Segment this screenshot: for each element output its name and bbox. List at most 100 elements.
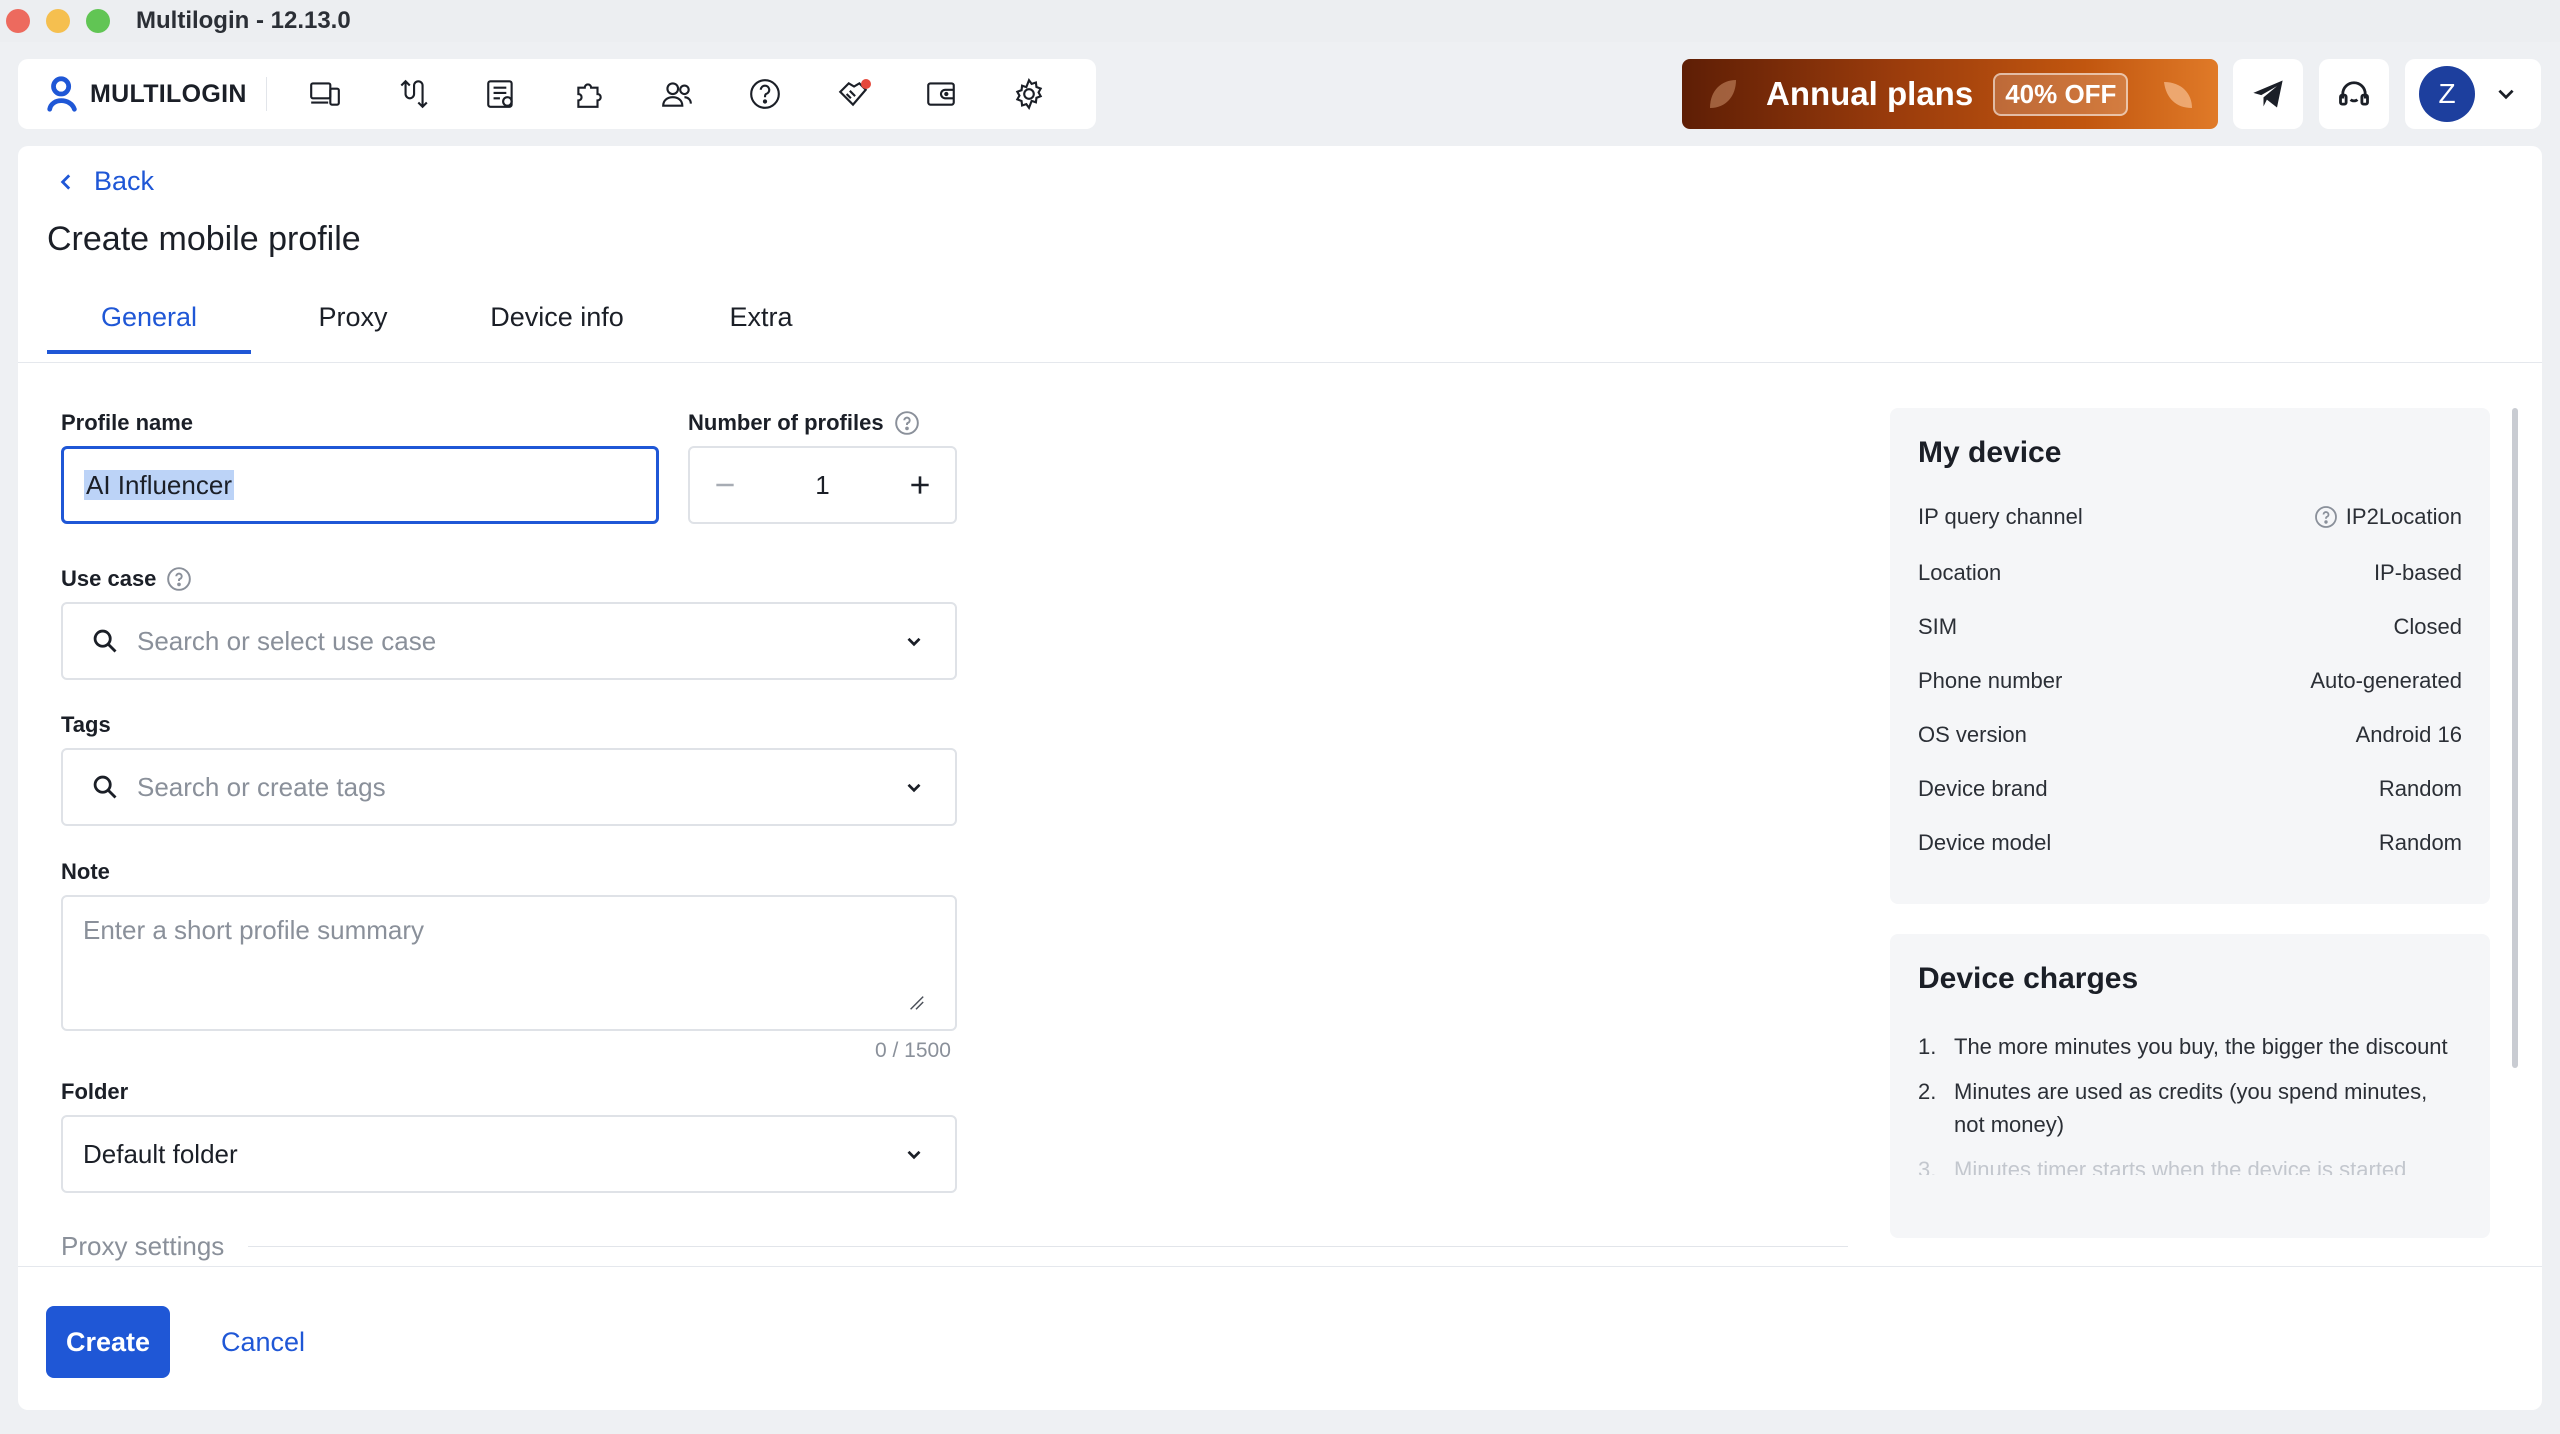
chevron-down-icon — [907, 783, 921, 793]
leaf-icon — [1710, 80, 1736, 108]
decrement-button[interactable] — [690, 472, 760, 498]
nav-profiles[interactable] — [457, 66, 545, 122]
ip-query-value: IP2Location — [2345, 504, 2462, 529]
tags-placeholder: Search or create tags — [137, 771, 386, 802]
minus-icon — [716, 483, 734, 487]
create-button[interactable]: Create — [46, 1306, 170, 1378]
nav-settings[interactable] — [985, 66, 1073, 122]
cancel-button[interactable]: Cancel — [208, 1306, 318, 1378]
use-case-select[interactable]: Search or select use case — [61, 602, 957, 680]
tags-select[interactable]: Search or create tags — [61, 748, 957, 826]
tab-proxy[interactable]: Proxy — [251, 292, 455, 354]
nav-extensions[interactable] — [545, 66, 633, 122]
profile-name-input[interactable]: AI Influencer — [61, 446, 659, 524]
note-label-text: Note — [61, 859, 110, 884]
tab-general[interactable]: General — [47, 292, 251, 354]
headset-icon — [2339, 81, 2369, 106]
resize-handle-icon[interactable] — [907, 993, 925, 1011]
help-circle-icon[interactable] — [166, 566, 192, 592]
folder-label-text: Folder — [61, 1079, 129, 1104]
device-row-value: Random — [2378, 776, 2462, 801]
selected-text: AI Influencer — [84, 469, 234, 500]
increment-button[interactable] — [885, 472, 955, 498]
list-item-text: Minutes timer starts when the device is … — [1954, 1157, 2407, 1175]
tab-device-info[interactable]: Device info — [455, 292, 659, 354]
chevron-left-icon — [60, 173, 71, 190]
tags-label: Tags — [61, 712, 111, 738]
telegram-button[interactable] — [2233, 59, 2303, 129]
device-row-key: Device model — [1918, 830, 2052, 855]
device-charges-list: 1. The more minutes you buy, the bigger … — [1918, 1030, 2450, 1187]
device-row-value: Auto-generated — [2310, 668, 2462, 693]
window-titlebar: Multilogin - 12.13.0 — [0, 0, 2560, 42]
nav-team[interactable] — [633, 66, 721, 122]
nav-wallet[interactable] — [897, 66, 985, 122]
support-button[interactable] — [2319, 59, 2389, 129]
right-panel-scrollbar[interactable] — [2512, 408, 2518, 1068]
logo[interactable]: MULTILOGIN — [44, 75, 266, 113]
back-label: Back — [94, 166, 155, 196]
device-row-value: Random — [2378, 830, 2462, 855]
window-controls — [6, 9, 110, 33]
search-icon — [93, 629, 117, 653]
help-icon — [750, 79, 780, 109]
list-item-text: Minutes are used as credits (you spend m… — [1954, 1079, 2428, 1137]
list-item-number: 2. — [1918, 1079, 1937, 1104]
user-menu[interactable]: Z — [2405, 59, 2541, 129]
telegram-icon — [2253, 80, 2283, 108]
device-row-value: Android 16 — [2355, 722, 2462, 747]
profile-name-label-text: Profile name — [61, 410, 194, 435]
device-row-phone: Phone number Auto-generated — [1918, 668, 2462, 694]
list-item-number: 3. — [1918, 1157, 1937, 1175]
chevron-down-icon — [2498, 89, 2514, 100]
footer-divider — [18, 1266, 2542, 1267]
plus-icon — [911, 476, 929, 494]
avatar: Z — [2419, 66, 2475, 122]
zoom-window-button[interactable] — [86, 9, 110, 33]
profile-tabs: General Proxy Device info Extra — [47, 292, 863, 354]
tab-extra[interactable]: Extra — [659, 292, 863, 354]
device-row-value: Closed — [2393, 614, 2462, 639]
folder-select[interactable]: Default folder — [61, 1115, 957, 1193]
folder-label: Folder — [61, 1079, 128, 1105]
device-row-value: IP-based — [2373, 560, 2462, 585]
use-case-placeholder: Search or select use case — [137, 625, 437, 656]
automation-icon — [400, 79, 428, 109]
wallet-icon — [927, 82, 955, 106]
folder-value: Default folder — [83, 1138, 238, 1169]
back-link[interactable]: Back — [56, 166, 154, 197]
multilogin-logo-icon — [47, 76, 77, 112]
nav-devices[interactable] — [281, 66, 369, 122]
nav-affiliate[interactable] — [809, 66, 897, 122]
number-of-profiles-value: 1 — [815, 469, 830, 500]
profile-name-label: Profile name — [61, 410, 193, 436]
notification-dot — [861, 79, 871, 89]
annual-plans-promo[interactable]: Annual plans 40% OFF — [1682, 59, 2218, 129]
device-row-model: Device model Random — [1918, 830, 2462, 856]
nav-automation[interactable] — [369, 66, 457, 122]
chevron-down-icon — [907, 637, 921, 647]
nav-help[interactable] — [721, 66, 809, 122]
devices-icon — [310, 82, 340, 106]
device-row-key: SIM — [1918, 614, 1958, 639]
device-row-key: Location — [1918, 560, 2002, 585]
device-row-brand: Device brand Random — [1918, 776, 2462, 802]
device-row-value: IP2Location — [2314, 504, 2462, 530]
device-row-ip-query: IP query channel IP2Location — [1918, 504, 2462, 530]
tabs-divider — [18, 362, 2542, 363]
team-icon — [662, 82, 692, 107]
minimize-window-button[interactable] — [46, 9, 70, 33]
page-title: Create mobile profile — [47, 220, 361, 258]
help-circle-icon[interactable] — [894, 410, 920, 436]
device-row-os: OS version Android 16 — [1918, 722, 2462, 748]
note-textarea[interactable]: Enter a short profile summary — [61, 895, 957, 1031]
number-of-profiles-stepper[interactable]: 1 — [688, 446, 957, 524]
close-window-button[interactable] — [6, 9, 30, 33]
device-row-key: IP query channel — [1918, 504, 2083, 529]
promo-text: Annual plans — [1766, 75, 1974, 112]
chevron-down-icon — [907, 1150, 921, 1160]
help-circle-icon[interactable] — [2314, 505, 2338, 529]
logo-text: MULTILOGIN — [90, 79, 247, 108]
list-item: 1. The more minutes you buy, the bigger … — [1918, 1030, 2450, 1063]
device-row-key: OS version — [1918, 722, 2027, 747]
